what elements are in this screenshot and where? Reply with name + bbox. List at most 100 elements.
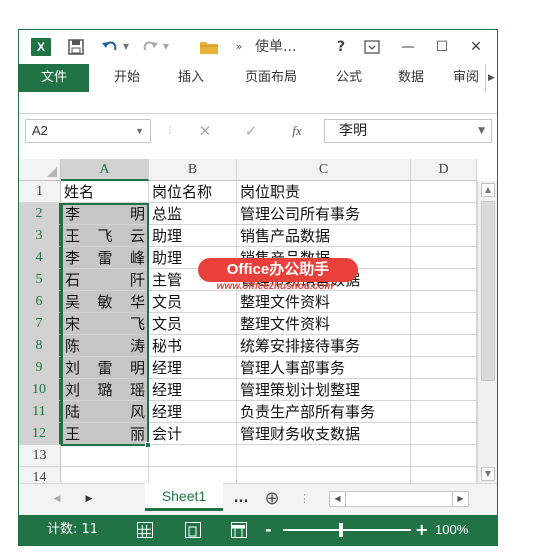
cell-a13[interactable] bbox=[61, 445, 149, 467]
worksheet-grid[interactable]: ABCD 1 2 3 4 5 6 7 8 9 10 11 12 13 14 姓名 岗位名称 岗位职责 李明 总监管… bbox=[19, 159, 497, 483]
cell-d14[interactable] bbox=[411, 467, 477, 483]
cell-a12[interactable]: 王丽 bbox=[61, 423, 149, 445]
cell-d11[interactable] bbox=[411, 401, 477, 423]
vertical-scroll-thumb[interactable] bbox=[481, 201, 495, 381]
cell-c12[interactable]: 管理财务收支数据 bbox=[237, 423, 411, 445]
cell-c1[interactable]: 岗位职责 bbox=[237, 181, 411, 203]
cell-d1[interactable] bbox=[411, 181, 477, 203]
undo-dropdown-icon[interactable]: ▼ bbox=[121, 36, 131, 58]
cell-b12[interactable]: 会计 bbox=[149, 423, 237, 445]
redo-icon[interactable] bbox=[139, 36, 161, 58]
row-header-10[interactable]: 10 bbox=[19, 379, 61, 401]
row-header-11[interactable]: 11 bbox=[19, 401, 61, 423]
row-header-2[interactable]: 2 bbox=[19, 203, 61, 225]
cell-a11[interactable]: 陆风 bbox=[61, 401, 149, 423]
redo-dropdown-icon[interactable]: ▼ bbox=[161, 36, 171, 58]
cell-d9[interactable] bbox=[411, 357, 477, 379]
cell-c11[interactable]: 负责生产部所有事务 bbox=[237, 401, 411, 423]
help-button[interactable]: ? bbox=[331, 36, 351, 58]
tab-review[interactable]: 审阅 bbox=[453, 64, 483, 92]
minimize-button[interactable]: — bbox=[397, 36, 419, 58]
row-header-6[interactable]: 6 bbox=[19, 291, 61, 313]
cell-d10[interactable] bbox=[411, 379, 477, 401]
confirm-entry-icon[interactable]: ✓ bbox=[241, 122, 261, 140]
zoom-level[interactable]: 100% bbox=[435, 515, 468, 545]
row-header-14[interactable]: 14 bbox=[19, 467, 61, 483]
row-header-1[interactable]: 1 bbox=[19, 181, 61, 203]
zoom-in-button[interactable]: + bbox=[415, 515, 428, 545]
cell-b9[interactable]: 经理 bbox=[149, 357, 237, 379]
zoom-out-button[interactable]: - bbox=[265, 515, 277, 545]
cell-d8[interactable] bbox=[411, 335, 477, 357]
new-sheet-icon[interactable]: ⊕ bbox=[257, 484, 287, 514]
cell-c10[interactable]: 管理策划计划整理 bbox=[237, 379, 411, 401]
row-header-4[interactable]: 4 bbox=[19, 247, 61, 269]
cell-b3[interactable]: 助理 bbox=[149, 225, 237, 247]
row-header-12[interactable]: 12 bbox=[19, 423, 61, 445]
zoom-slider-thumb[interactable] bbox=[339, 523, 343, 537]
cell-b1[interactable]: 岗位名称 bbox=[149, 181, 237, 203]
cell-c3[interactable]: 销售产品数据 bbox=[237, 225, 411, 247]
cell-d4[interactable] bbox=[411, 247, 477, 269]
tab-file[interactable]: 文件 bbox=[19, 64, 89, 92]
cancel-entry-icon[interactable]: ✕ bbox=[195, 122, 215, 140]
name-box-dropdown-icon[interactable]: ▼ bbox=[135, 120, 144, 142]
tab-data[interactable]: 数据 bbox=[389, 64, 433, 92]
cell-b2[interactable]: 总监 bbox=[149, 203, 237, 225]
scroll-up-icon[interactable]: ▲ bbox=[481, 183, 495, 197]
cell-c9[interactable]: 管理人事部事务 bbox=[237, 357, 411, 379]
cell-d13[interactable] bbox=[411, 445, 477, 467]
cell-a14[interactable] bbox=[61, 467, 149, 483]
vertical-scrollbar[interactable]: ▲ ▼ bbox=[477, 181, 497, 483]
row-header-8[interactable]: 8 bbox=[19, 335, 61, 357]
cell-a10[interactable]: 刘璐瑶 bbox=[61, 379, 149, 401]
cell-a9[interactable]: 刘雷明 bbox=[61, 357, 149, 379]
maximize-button[interactable]: ☐ bbox=[431, 36, 453, 58]
row-header-9[interactable]: 9 bbox=[19, 357, 61, 379]
cell-a3[interactable]: 王飞云 bbox=[61, 225, 149, 247]
horizontal-scrollbar[interactable]: ◀ ▶ bbox=[329, 491, 469, 507]
normal-view-icon[interactable] bbox=[137, 522, 153, 538]
cell-b7[interactable]: 文员 bbox=[149, 313, 237, 335]
row-header-13[interactable]: 13 bbox=[19, 445, 61, 467]
close-button[interactable]: ✕ bbox=[465, 36, 487, 58]
sheet-tab-sheet1[interactable]: Sheet1 bbox=[145, 483, 223, 511]
row-header-7[interactable]: 7 bbox=[19, 313, 61, 335]
cell-b10[interactable]: 经理 bbox=[149, 379, 237, 401]
cell-d12[interactable] bbox=[411, 423, 477, 445]
cell-d2[interactable] bbox=[411, 203, 477, 225]
tabs-scroll-right-icon[interactable]: ▶ bbox=[485, 64, 497, 92]
cell-a6[interactable]: 吴敏华 bbox=[61, 291, 149, 313]
name-box[interactable]: A2 ▼ bbox=[25, 119, 151, 143]
more-commands-icon[interactable]: » bbox=[231, 36, 247, 58]
scroll-right-icon[interactable]: ▶ bbox=[452, 492, 468, 506]
cell-b11[interactable]: 经理 bbox=[149, 401, 237, 423]
tab-page-layout[interactable]: 页面布局 bbox=[235, 64, 307, 92]
cell-c14[interactable] bbox=[237, 467, 411, 483]
cell-b14[interactable] bbox=[149, 467, 237, 483]
column-header-c[interactable]: C bbox=[237, 159, 411, 181]
tab-splitter-icon[interactable]: ⋮ bbox=[299, 484, 310, 514]
cell-b13[interactable] bbox=[149, 445, 237, 467]
page-layout-view-icon[interactable] bbox=[185, 522, 201, 538]
cell-c13[interactable] bbox=[237, 445, 411, 467]
column-header-a[interactable]: A bbox=[61, 159, 149, 181]
cell-d3[interactable] bbox=[411, 225, 477, 247]
cell-c2[interactable]: 管理公司所有事务 bbox=[237, 203, 411, 225]
cell-a8[interactable]: 陈涛 bbox=[61, 335, 149, 357]
cell-d6[interactable] bbox=[411, 291, 477, 313]
fill-handle[interactable] bbox=[145, 442, 151, 448]
ribbon-display-options-icon[interactable] bbox=[361, 36, 383, 58]
insert-function-icon[interactable]: fx bbox=[285, 122, 309, 140]
column-header-b[interactable]: B bbox=[149, 159, 237, 181]
cell-a2[interactable]: 李明 bbox=[61, 203, 149, 225]
scroll-left-icon[interactable]: ◀ bbox=[330, 492, 346, 506]
undo-icon[interactable] bbox=[99, 36, 121, 58]
cell-d5[interactable] bbox=[411, 269, 477, 291]
cell-a7[interactable]: 宋飞 bbox=[61, 313, 149, 335]
save-icon[interactable] bbox=[65, 36, 87, 58]
cell-d7[interactable] bbox=[411, 313, 477, 335]
cell-b8[interactable]: 秘书 bbox=[149, 335, 237, 357]
prev-sheet-icon[interactable]: ◀ bbox=[49, 484, 65, 514]
zoom-slider-track[interactable] bbox=[283, 529, 411, 531]
